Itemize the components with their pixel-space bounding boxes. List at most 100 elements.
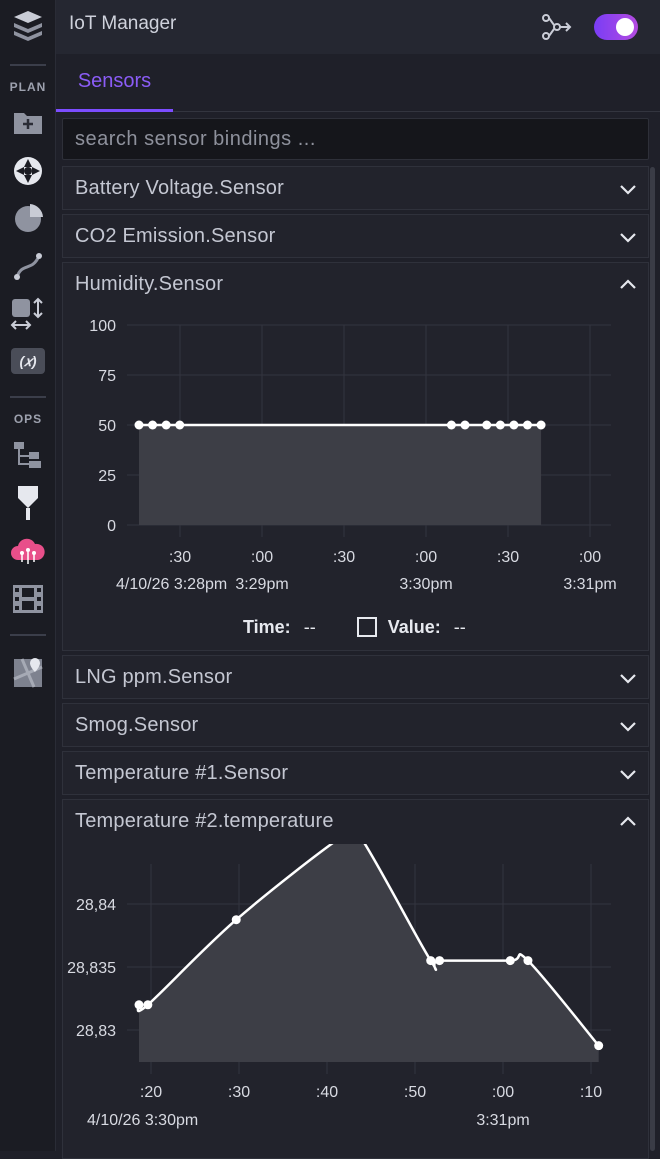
sensor-header[interactable]: Humidity.Sensor bbox=[63, 263, 648, 307]
x-date-label: 3:31pm bbox=[563, 576, 616, 593]
search-input[interactable] bbox=[62, 118, 649, 160]
sensor-label: Temperature #1.Sensor bbox=[75, 762, 289, 784]
map-icon[interactable] bbox=[9, 654, 47, 692]
variable-icon[interactable]: (𝑥) bbox=[9, 342, 47, 380]
cloud-icon[interactable] bbox=[9, 532, 47, 570]
data-point bbox=[509, 420, 519, 430]
sensor-panel-humidity: Humidity.Sensor 100 75 50 25 0:30:00:30:00:3… bbox=[62, 262, 649, 651]
legend-value-label: Value: bbox=[387, 617, 441, 637]
x-date-label: 3:31pm bbox=[476, 1112, 529, 1129]
y-tick-label: 25 bbox=[98, 468, 116, 485]
app-title: IoT Manager bbox=[69, 13, 177, 34]
chevron-down-icon bbox=[620, 674, 636, 684]
legend-value-value: -- bbox=[453, 617, 466, 637]
legend-time-label: Time: bbox=[243, 617, 291, 637]
x-date-label: 3:30pm bbox=[399, 576, 452, 593]
pie-chart-icon[interactable] bbox=[9, 199, 47, 237]
sensor-label: Temperature #2.temperature bbox=[75, 810, 334, 832]
film-icon[interactable] bbox=[9, 580, 47, 618]
sensor-panel-lng: LNG ppm.Sensor bbox=[62, 655, 649, 699]
data-point bbox=[482, 420, 492, 430]
x-tick-label: :30 bbox=[497, 549, 519, 566]
tab-sensors[interactable]: Sensors bbox=[56, 54, 173, 112]
legend-time-value: -- bbox=[303, 617, 316, 637]
data-point bbox=[175, 420, 185, 430]
chevron-up-icon bbox=[620, 279, 636, 289]
x-tick-label: :50 bbox=[404, 1084, 426, 1101]
svg-text:(𝑥): (𝑥) bbox=[19, 353, 36, 369]
sensor-label: LNG ppm.Sensor bbox=[75, 666, 233, 688]
x-date-label: 3:29pm bbox=[235, 576, 288, 593]
sensor-list: Battery Voltage.Sensor CO2 Emission.Sens… bbox=[56, 112, 660, 1159]
x-tick-label: :30 bbox=[228, 1084, 250, 1101]
series-area bbox=[137, 844, 599, 1062]
chevron-down-icon bbox=[620, 233, 636, 243]
sensor-label: CO2 Emission.Sensor bbox=[75, 225, 276, 247]
sensor-label: Smog.Sensor bbox=[75, 714, 199, 736]
x-tick-label: :20 bbox=[140, 1084, 162, 1101]
data-point bbox=[495, 420, 505, 430]
series-area bbox=[139, 425, 542, 525]
y-tick-label: 0 bbox=[107, 518, 116, 535]
data-point bbox=[522, 420, 532, 430]
data-point bbox=[143, 1000, 153, 1010]
add-folder-icon[interactable] bbox=[9, 103, 47, 141]
sensor-label: Battery Voltage.Sensor bbox=[75, 177, 284, 199]
data-point bbox=[134, 1000, 144, 1010]
data-point bbox=[426, 956, 436, 966]
x-tick-label: :10 bbox=[580, 1084, 602, 1101]
curve-icon[interactable] bbox=[9, 247, 47, 285]
y-tick-label: 100 bbox=[89, 318, 116, 335]
sensor-header[interactable]: Battery Voltage.Sensor bbox=[63, 167, 648, 211]
y-tick-label: 28,84 bbox=[76, 897, 116, 914]
y-tick-label: 75 bbox=[98, 368, 116, 385]
data-point bbox=[161, 420, 171, 430]
x-tick-label: :00 bbox=[415, 549, 437, 566]
aperture-icon[interactable] bbox=[9, 152, 47, 190]
chevron-down-icon bbox=[620, 770, 636, 780]
sensor-header[interactable]: CO2 Emission.Sensor bbox=[63, 215, 648, 259]
pin-icon[interactable] bbox=[9, 484, 47, 522]
x-date-label: 4/10/26 3:28pm bbox=[116, 576, 227, 593]
chevron-down-icon bbox=[620, 722, 636, 732]
chevron-up-icon bbox=[620, 816, 636, 826]
x-date-label: 4/10/26 3:30pm bbox=[87, 1112, 198, 1129]
resize-icon[interactable] bbox=[9, 294, 47, 332]
app-logo-icon[interactable] bbox=[9, 6, 47, 44]
toggle-knob bbox=[616, 18, 634, 36]
x-tick-label: :30 bbox=[333, 549, 355, 566]
data-point bbox=[536, 420, 546, 430]
data-point bbox=[460, 420, 470, 430]
data-point bbox=[446, 420, 456, 430]
top-bar: IoT Manager bbox=[56, 0, 660, 54]
sensor-header[interactable]: Temperature #1.Sensor bbox=[63, 752, 648, 796]
temperature-chart: 28,84 28,835 28,83:20:30:40:50:00:10 4/10/2… bbox=[67, 844, 611, 1129]
sensor-panel-co2: CO2 Emission.Sensor bbox=[62, 214, 649, 258]
chevron-down-icon bbox=[620, 185, 636, 195]
sensor-panel-temperature-2: Temperature #2.temperature 28,84 28,835 28… bbox=[62, 799, 649, 1159]
plan-section-label: PLAN bbox=[9, 80, 47, 94]
x-tick-label: :00 bbox=[251, 549, 273, 566]
graph-flow-icon[interactable] bbox=[541, 12, 573, 42]
sensor-panel-temperature-1: Temperature #1.Sensor bbox=[62, 751, 649, 795]
sensor-panel-battery: Battery Voltage.Sensor bbox=[62, 166, 649, 210]
scrollbar[interactable] bbox=[650, 167, 655, 1151]
x-tick-label: :00 bbox=[579, 549, 601, 566]
y-tick-label: 28,835 bbox=[67, 960, 116, 977]
power-toggle[interactable] bbox=[594, 14, 638, 40]
chart-legend: Time: -- Value: -- bbox=[243, 617, 466, 638]
x-tick-label: :30 bbox=[169, 549, 191, 566]
sensor-header[interactable]: LNG ppm.Sensor bbox=[63, 656, 648, 700]
humidity-chart: 100 75 50 25 0:30:00:30:00:30:00 4/10/26 3:28… bbox=[89, 318, 616, 593]
data-point bbox=[148, 420, 158, 430]
sidebar: PLAN (𝑥) OPS bbox=[0, 0, 56, 1151]
sensor-label: Humidity.Sensor bbox=[75, 273, 224, 295]
sensor-header[interactable]: Temperature #2.temperature bbox=[63, 800, 648, 844]
sensor-header[interactable]: Smog.Sensor bbox=[63, 704, 648, 748]
data-point bbox=[231, 915, 241, 925]
tree-icon[interactable] bbox=[9, 436, 47, 474]
sensor-panel-smog: Smog.Sensor bbox=[62, 703, 649, 747]
data-point bbox=[523, 956, 533, 966]
x-tick-label: :40 bbox=[316, 1084, 338, 1101]
data-point bbox=[505, 956, 515, 966]
